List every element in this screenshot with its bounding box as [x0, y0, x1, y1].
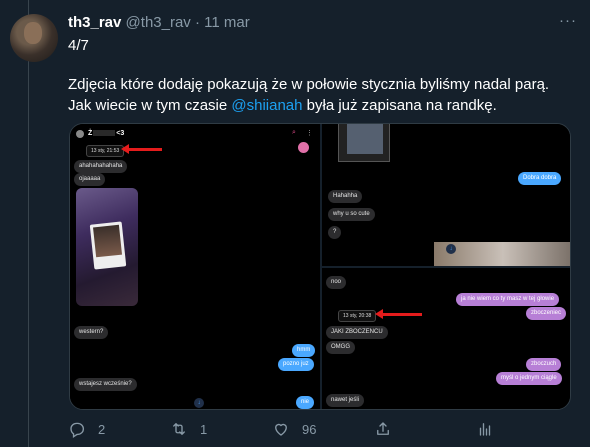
photo-message	[338, 124, 390, 162]
chat-avatar	[76, 130, 84, 138]
outgoing-bubble	[298, 142, 310, 153]
tweet-text-part: była już zapisana na randkę.	[302, 97, 497, 114]
search-icon: ⌕	[292, 129, 296, 136]
message-bubble: ojaaaaa	[74, 173, 106, 186]
user-handle[interactable]: @th3_rav	[126, 14, 191, 31]
tweet-header: th3_rav @th3_rav · 11 mar	[68, 14, 250, 31]
outgoing-bubble: ja nie wiem co ty masz w tej głowie	[456, 293, 560, 306]
more-icon: ⋮	[306, 130, 313, 137]
separator-dot: ·	[194, 14, 200, 31]
chat-title-start: Ż	[88, 130, 93, 137]
timestamp-stamp: 13 sty, 21:53	[86, 145, 125, 157]
retweet-button[interactable]: 1	[170, 420, 207, 438]
tweet-date[interactable]: 11 mar	[204, 14, 250, 31]
scroll-down-icon: ↓	[194, 398, 204, 408]
analytics-button[interactable]	[476, 420, 506, 438]
message-bubble: wstajesz wcześnie?	[74, 378, 137, 391]
outgoing-bubble: zboczuch	[526, 358, 562, 371]
message-bubble: JAKI ZBOCZENCU	[326, 326, 388, 339]
heart-icon	[275, 423, 287, 436]
chat-title: Ż <3	[88, 130, 124, 137]
chat-title-end: <3	[116, 130, 125, 137]
message-bubble: OMGG	[326, 341, 355, 354]
message-bubble: western?	[74, 326, 109, 339]
media-divider	[322, 266, 570, 268]
message-bubble: Hahahha	[328, 190, 363, 203]
outgoing-bubble: Dobra dobra	[518, 172, 562, 185]
timestamp-stamp: 13 sty, 20:38	[338, 310, 377, 322]
message-bubble: ahahahahahaha	[74, 160, 128, 173]
reply-button[interactable]: 2	[68, 420, 105, 438]
screenshot-left[interactable]: Ż <3 ⌕ ⋮ 13 sty, 21:53 ahahahahahaha ojaa…	[70, 124, 320, 409]
message-bubble: noo	[326, 276, 347, 289]
like-count: 96	[302, 421, 317, 437]
message-bubble: nawet jeśli	[326, 394, 365, 407]
outgoing-bubble: pozno juz	[278, 358, 314, 371]
avatar[interactable]	[10, 14, 58, 62]
reply-icon	[70, 422, 85, 438]
analytics-icon	[479, 423, 491, 436]
outgoing-bubble: zboczeniec	[526, 307, 567, 320]
display-name[interactable]: th3_rav	[68, 14, 121, 31]
outgoing-bubble: hmm	[292, 344, 316, 357]
arrow-annotation	[121, 144, 162, 154]
share-icon	[377, 422, 389, 435]
polaroid-photo	[89, 221, 127, 270]
mention-link[interactable]: @shiianah	[231, 97, 302, 114]
retweet-icon	[173, 423, 185, 435]
message-bubble: why u so cute	[328, 208, 375, 221]
screenshot-top-right[interactable]: Dobra dobra Hahahha why u so cute ? ↓	[322, 124, 570, 266]
media-grid[interactable]: Ż <3 ⌕ ⋮ 13 sty, 21:53 ahahahahahaha ojaa…	[69, 123, 571, 410]
outgoing-bubble: myśl o jednym ciągle	[496, 372, 562, 385]
reply-count: 2	[98, 421, 106, 437]
outgoing-bubble: nie	[296, 396, 315, 409]
more-options-icon[interactable]: ···	[559, 12, 577, 29]
tweet-actions: 2 1 96	[0, 420, 590, 442]
photo-message	[76, 188, 138, 306]
screenshot-bottom-right[interactable]: noo ja nie wiem co ty masz w tej głowie …	[322, 268, 570, 409]
thread-counter: 4/7	[68, 37, 89, 54]
share-button[interactable]	[374, 420, 404, 438]
retweet-count: 1	[200, 421, 208, 437]
message-bubble: ?	[328, 226, 342, 239]
scroll-down-icon: ↓	[446, 244, 456, 254]
tweet-text: Zdjęcia które dodaję pokazują że w połow…	[68, 74, 568, 116]
arrow-annotation	[375, 309, 422, 319]
like-button[interactable]: 96	[272, 420, 316, 438]
thread-line	[28, 0, 29, 447]
